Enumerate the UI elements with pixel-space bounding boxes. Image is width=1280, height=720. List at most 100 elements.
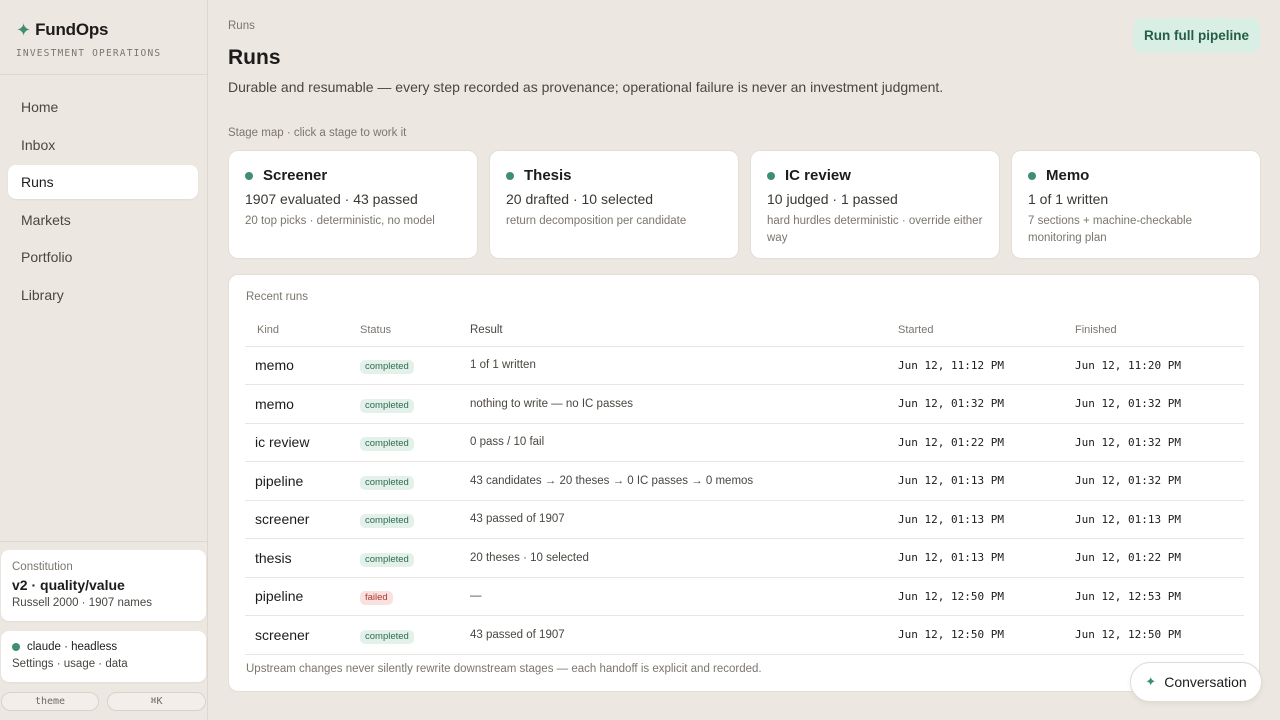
run-result: 1 of 1 written [470,346,898,385]
column-header-status: Status [360,314,470,347]
status-badge: failed [360,591,393,606]
constitution-sub: Russell 2000 · 1907 names [12,597,152,609]
stage-map: Screener 1907 evaluated · 43 passed 20 t… [228,150,1261,259]
table-row[interactable]: memo completed 1 of 1 written Jun 12, 11… [245,346,1244,385]
recent-runs-card: Recent runs Kind Status Result Started F… [228,274,1260,692]
sidebar-item-inbox[interactable]: Inbox [8,128,198,162]
sidebar-item-home[interactable]: Home [8,90,198,124]
table-row[interactable]: ic review completed 0 pass / 10 fail Jun… [245,423,1244,462]
run-kind: memo [245,346,360,385]
stage-stat: 1907 evaluated · 43 passed [245,191,418,207]
agent-links: Settings · usage · data [12,658,128,670]
status-badge: completed [360,475,414,490]
constitution-title: v2 · quality/value [12,577,125,593]
stage-name: IC review [785,167,851,184]
table-row[interactable]: pipeline failed — Jun 12, 12:50 PM Jun 1… [245,577,1244,616]
stage-name: Screener [263,167,328,184]
conversation-button[interactable]: ✦ Conversation [1130,662,1262,702]
constitution-card[interactable]: Constitution v2 · quality/value Russell … [1,550,206,621]
run-kind: memo [245,384,360,424]
sidebar-divider [0,541,207,542]
run-kind: pipeline [245,577,360,616]
run-finished: Jun 12, 01:13 PM [1075,500,1244,539]
status-badge: completed [360,629,414,644]
run-full-pipeline-button[interactable]: Run full pipeline [1133,18,1260,53]
sidebar-item-library[interactable]: Library [8,278,198,312]
run-kind: thesis [245,538,360,578]
status-badge: completed [360,552,414,567]
column-header-result: Result [470,314,898,347]
run-started: Jun 12, 01:13 PM [898,538,1075,578]
status-badge: completed [360,360,414,375]
run-result: 43 passed of 1907 [470,500,898,539]
brand-name[interactable]: FundOps [35,20,108,40]
agent-name: claude · headless [27,641,118,653]
run-finished: Jun 12, 11:20 PM [1075,346,1244,385]
run-started: Jun 12, 12:50 PM [898,577,1075,616]
status-badge: completed [360,437,414,452]
stage-note: 7 sections + machine-checkable monitorin… [1028,215,1192,244]
sidebar-nav: Home Inbox Runs Markets Portfolio Librar… [0,75,207,312]
column-header-finished: Finished [1075,314,1244,347]
run-finished: Jun 12, 12:50 PM [1075,615,1244,655]
column-header-kind: Kind [245,314,360,347]
run-kind: ic review [245,423,360,462]
stage-status-dot [245,171,253,180]
table-row[interactable]: thesis completed 20 theses · 10 selected… [245,538,1244,578]
stage-note: hard hurdles deterministic · override ei… [767,215,983,244]
conversation-label: Conversation [1164,674,1247,690]
stage-card-thesis[interactable]: Thesis 20 drafted · 10 selected return d… [489,150,739,259]
brand-subtitle: INVESTMENT OPERATIONS [16,48,162,59]
stage-card-ic-review[interactable]: IC review 10 judged · 1 passed hard hurd… [750,150,1000,259]
stage-status-dot [767,171,775,180]
run-started: Jun 12, 12:50 PM [898,615,1075,655]
theme-toggle-button[interactable]: theme [1,692,99,711]
sparkle-icon: ✦ [16,20,32,40]
run-finished: Jun 12, 01:32 PM [1075,384,1244,424]
run-kind: pipeline [245,461,360,501]
run-started: Jun 12, 01:32 PM [898,384,1075,424]
stage-note: 20 top picks · deterministic, no model [245,215,435,227]
agent-card[interactable]: claude · headless Settings · usage · dat… [1,631,206,682]
page-subtitle: Durable and resumable — every step recor… [228,79,944,95]
runs-table: Kind Status Result Started Finished memo… [245,314,1244,655]
run-started: Jun 12, 01:13 PM [898,500,1075,539]
run-finished: Jun 12, 12:53 PM [1075,577,1244,616]
table-row[interactable]: screener completed 43 passed of 1907 Jun… [245,500,1244,539]
status-badge: completed [360,514,414,529]
run-result: 43 candidates → 20 theses → 0 IC passes … [470,461,898,501]
stage-stat: 1 of 1 written [1028,191,1109,207]
run-started: Jun 12, 01:22 PM [898,423,1075,462]
stage-name: Memo [1046,167,1090,184]
sidebar-item-markets[interactable]: Markets [8,203,198,237]
breadcrumb[interactable]: Runs [228,20,255,32]
agent-status-dot [12,643,20,651]
column-header-started: Started [898,314,1075,347]
page-title: Runs [228,46,281,69]
table-row[interactable]: screener completed 43 passed of 1907 Jun… [245,615,1244,655]
stage-card-memo[interactable]: Memo 1 of 1 written 7 sections + machine… [1011,150,1261,259]
run-finished: Jun 12, 01:32 PM [1075,461,1244,501]
command-palette-button[interactable]: ⌘K [107,692,206,711]
brand: ✦ FundOps INVESTMENT OPERATIONS [0,0,207,75]
constitution-label: Constitution [12,561,73,573]
sidebar-item-portfolio[interactable]: Portfolio [8,240,198,274]
stage-map-label: Stage map · click a stage to work it [228,127,407,139]
table-header-row: Kind Status Result Started Finished [245,314,1244,347]
sparkle-icon: ✦ [1145,674,1157,689]
table-row[interactable]: pipeline completed 43 candidates → 20 th… [245,461,1244,501]
sidebar-item-runs[interactable]: Runs [8,165,198,199]
recent-runs-footnote: Upstream changes never silently rewrite … [246,663,762,675]
run-finished: Jun 12, 01:22 PM [1075,538,1244,578]
table-row[interactable]: memo completed nothing to write — no IC … [245,384,1244,424]
run-result: — [470,577,898,616]
sidebar: ✦ FundOps INVESTMENT OPERATIONS Home Inb… [0,0,208,720]
run-kind: screener [245,615,360,655]
run-result: 0 pass / 10 fail [470,423,898,462]
stage-name: Thesis [524,167,572,184]
status-badge: completed [360,398,414,413]
stage-note: return decomposition per candidate [506,215,687,227]
stage-card-screener[interactable]: Screener 1907 evaluated · 43 passed 20 t… [228,150,478,259]
stage-status-dot [506,171,514,180]
stage-status-dot [1028,171,1036,180]
